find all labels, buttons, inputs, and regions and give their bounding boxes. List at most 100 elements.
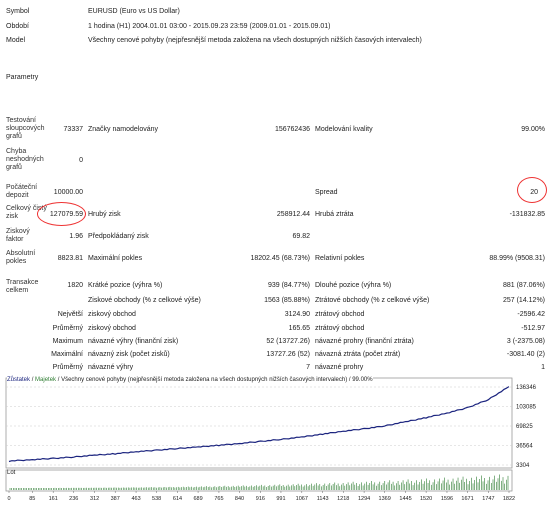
avg-win-value: 165.65: [288, 325, 310, 332]
max-cons-loss-label: návazná ztráta (počet ztrát): [315, 351, 401, 358]
max-dd-value: 18202.45 (68.73%): [250, 255, 310, 262]
x-tick-label: 840: [235, 496, 244, 502]
loss-trades-value: 257 (14.12%): [502, 297, 545, 304]
win-trades-value: 1563 (85.88%): [264, 297, 310, 304]
x-tick-label: 1445: [399, 496, 411, 502]
quality-label: Modelování kvality: [315, 126, 373, 133]
y-tick-label: 3304: [516, 463, 530, 469]
x-tick-label: 161: [49, 496, 58, 502]
params-label: Parametry: [6, 74, 39, 81]
y-tick-label: 136346: [516, 385, 537, 391]
bars-value: 73337: [63, 126, 83, 133]
gross-profit-value: 258912.44: [276, 211, 310, 218]
max-cons-losses-label: návazné prohry (finanční ztráta): [315, 338, 414, 345]
legend-equity: Majetek: [35, 377, 57, 383]
x-tick-label: 312: [90, 496, 99, 502]
model-label: Model: [6, 37, 26, 44]
legend-separator: /: [31, 377, 34, 383]
long-value: 881 (87.06%): [502, 282, 545, 289]
errors-value: 0: [79, 157, 83, 164]
y-tick-label: 36564: [516, 444, 533, 450]
lots-label: Lot: [7, 470, 16, 476]
gross-loss-value: -131832.85: [509, 211, 545, 218]
avg-win-label: ziskový obchod: [88, 325, 136, 332]
avg2-label: Průměrný: [52, 364, 83, 371]
gross-loss-label: Hrubá ztráta: [315, 211, 354, 218]
y-tick-label: 69825: [516, 424, 533, 430]
avg-loss-label: ztrátový obchod: [315, 325, 365, 332]
x-tick-label: 614: [173, 496, 182, 502]
rel-dd-label: Relativní pokles: [315, 255, 365, 262]
x-tick-label: 236: [69, 496, 78, 502]
legend-balance: Zůstatek: [7, 377, 31, 383]
short-value: 939 (84.77%): [267, 282, 310, 289]
ticks-label: Značky namodelovány: [88, 126, 159, 133]
y-tick-label: 103085: [516, 405, 537, 411]
symbol-label: Symbol: [6, 8, 30, 15]
x-tick-label: 85: [29, 496, 35, 502]
largest-loss-label: ztrátový obchod: [315, 311, 365, 318]
x-tick-label: 1822: [503, 496, 515, 502]
balance-chart-svg: 136346 103085 69825 36564 3304 0 85 161 236 312 38…: [5, 377, 537, 502]
ticks-value: 156762436: [274, 126, 310, 133]
x-tick-label: 1520: [420, 496, 432, 502]
abs-dd-value: 8823.81: [57, 255, 83, 262]
largest-label: Největší: [57, 311, 83, 318]
x-tick-label: 387: [111, 496, 120, 502]
chart-legend: Zůstatek / Majetek / Všechny cenové pohy…: [7, 377, 373, 383]
x-tick-label: 1671: [461, 496, 473, 502]
max-cons-wins-value: 52 (13727.26): [266, 338, 310, 345]
net-profit-highlight: [37, 202, 86, 226]
max2-label: Maximální: [51, 351, 83, 358]
win-trades-label: Ziskové obchody (% z celkové výše): [88, 297, 201, 304]
x-tick-label: 1143: [317, 496, 329, 502]
legend-separator: /: [57, 377, 60, 383]
max-cons-losses-value: 3 (-2375.08): [506, 338, 545, 345]
max-cons-profit-value: 13727.26 (52): [266, 351, 310, 358]
legend-model-text: Všechny cenové pohyby (nejpřesnější meto…: [61, 377, 373, 383]
avg-cons-losses-label: návazné prohry: [315, 364, 364, 371]
max1-label: Maximum: [52, 338, 83, 345]
max-cons-profit-label: návazný zisk (počet zisků): [88, 351, 170, 358]
balance-chart: 136346 103085 69825 36564 3304 0 85 161 236 312 38…: [4, 376, 553, 506]
x-tick-label: 538: [152, 496, 161, 502]
payoff-label: Předpokládaný zisk: [88, 233, 149, 240]
x-tick-label: 1369: [379, 496, 391, 502]
spread-label: Spread: [315, 189, 338, 196]
period-label: Období: [6, 23, 29, 30]
largest-win-value: 3124.90: [284, 311, 310, 318]
max-cons-wins-label: návazné výhry (finanční zisk): [88, 338, 179, 345]
max-cons-loss-value: -3081.40 (2): [506, 351, 545, 358]
largest-win-label: ziskový obchod: [88, 311, 136, 318]
long-label: Dlouhé pozice (výhra %): [315, 282, 392, 289]
x-tick-label: 1596: [441, 496, 453, 502]
short-label: Krátké pozice (výhra %): [88, 282, 163, 289]
avg-loss-value: -512.97: [521, 325, 545, 332]
loss-trades-label: Ztrátové obchody (% z celkové výše): [315, 297, 430, 304]
rel-dd-value: 88.99% (9508.31): [489, 255, 545, 262]
quality-value: 99.00%: [521, 126, 545, 133]
period-value: 1 hodina (H1) 2004.01.01 03:00 - 2015.09…: [88, 23, 331, 30]
avg-cons-losses-value: 1: [541, 364, 545, 371]
max-dd-label: Maximální pokles: [88, 255, 143, 262]
x-tick-label: 916: [256, 496, 265, 502]
avg-label: Průměrný: [52, 325, 83, 332]
x-tick-label: 1294: [358, 496, 370, 502]
avg-cons-wins-value: 7: [306, 364, 310, 371]
deposit-value: 10000.00: [53, 189, 83, 196]
avg-cons-wins-label: návazné výhry: [88, 364, 134, 371]
main-plot-frame: [5, 377, 513, 469]
x-tick-label: 1067: [296, 496, 308, 502]
x-tick-label: 0: [7, 496, 10, 502]
x-tick-label: 991: [276, 496, 285, 502]
x-tick-label: 1218: [337, 496, 349, 502]
spread-highlight: [517, 177, 547, 203]
x-tick-label: 765: [214, 496, 223, 502]
x-tick-label: 1747: [482, 496, 494, 502]
profit-factor-value: 1.96: [69, 233, 83, 240]
symbol-value: EURUSD (Euro vs US Dollar): [88, 8, 180, 15]
x-tick-label: 463: [131, 496, 140, 502]
payoff-value: 69.82: [292, 233, 310, 240]
trades-value: 1820: [67, 282, 83, 289]
x-tick-label: 689: [193, 496, 202, 502]
